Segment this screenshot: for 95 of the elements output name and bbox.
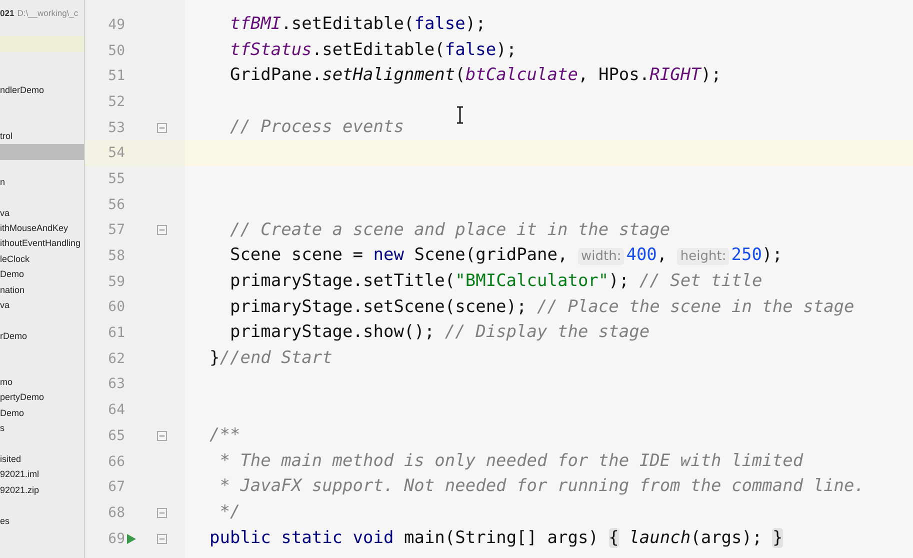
code-comment: // Set title [639,270,762,291]
line-number: 53 [107,120,125,136]
method-name: launch [629,528,691,548]
line-number: 57 [107,222,125,238]
code-text: ); [700,65,722,86]
tree-item[interactable]: ithoutEventHandling [0,236,84,252]
line-number: 63 [107,376,125,392]
folded-brace: } [772,528,783,548]
number-literal: 400 [626,245,657,266]
tree-item[interactable]: trol [0,128,84,144]
keyword: new [373,245,404,266]
fold-icon[interactable] [157,122,167,133]
code-text: .setEditable( [312,40,445,60]
tree-item[interactable]: ithMouseAndKey [0,221,84,236]
code-text: , [656,245,668,266]
tree-item[interactable]: Demo [0,267,84,283]
line-number: 51 [107,68,125,84]
line-number: 54 [107,145,125,162]
code-comment: // Place the scene in the stage [537,296,854,317]
code-text: ( [455,65,466,86]
line-number: 69 [107,530,125,547]
code-text: .setEditable( [281,14,414,34]
tree-item[interactable]: nation [0,282,84,298]
tree-item[interactable]: va [0,206,84,222]
tree-item[interactable]: n [0,174,84,190]
line-number: 58 [107,248,125,264]
text-cursor-icon [455,106,465,124]
tree-item[interactable]: rDemo [0,328,84,344]
folded-brace: { [608,528,619,548]
code-comment: */ [220,502,240,522]
line-number: 61 [107,325,125,342]
line-number: 62 [107,350,125,367]
line-number: 67 [107,479,125,496]
code-text: ); [496,40,517,60]
code-text: main(String[] args) [404,528,600,548]
code-comment: // Process events [230,116,404,137]
field-name: btCalculate [465,65,578,86]
code-text: primaryStage.show(); [230,322,436,342]
tree-item[interactable]: s [0,421,84,437]
code-text: ); [762,245,782,266]
parameter-hint: width: [578,248,624,266]
tree-item[interactable]: ndlerDemo [0,82,84,98]
code-comment: /** [209,425,240,445]
fold-icon[interactable] [157,225,167,236]
number-literal: 250 [731,245,762,266]
line-number: 49 [107,16,125,33]
code-text: primaryStage.setScene(scene); [230,296,528,317]
project-name[interactable]: 021 [0,8,14,18]
code-comment: * JavaFX support. Not needed for running from the command line. [220,476,865,496]
field-name: RIGHT [650,65,701,86]
line-number: 55 [107,170,125,187]
tree-item[interactable]: pertyDemo [0,390,84,406]
tree-item[interactable]: 92021.iml [0,467,84,483]
tree-item[interactable]: va [0,298,84,314]
code-text: (args); [690,528,764,548]
line-number: 60 [107,299,125,316]
tree-item[interactable]: es [0,514,84,529]
keyword: false [414,14,466,34]
fold-icon[interactable] [157,430,167,441]
fold-icon[interactable] [157,534,167,544]
tree-item[interactable]: Demo [0,406,84,422]
line-number: 64 [107,402,125,418]
field-name: tfBMI [230,14,282,34]
string-literal: "BMICalculator" [455,270,609,291]
code-comment: * The main method is only needed for the IDE with limited [220,450,804,471]
tree-item[interactable]: isited [0,452,84,468]
parameter-hint: height: [677,248,730,266]
fold-icon[interactable] [157,508,167,518]
code-text: } [209,348,220,368]
code-comment: // Create a scene and place it in the stage [230,220,670,240]
code-comment: //end Start [220,348,332,368]
tree-item[interactable]: mo [0,374,84,390]
tree-item[interactable]: leClock [0,252,84,268]
line-number: 56 [107,196,125,213]
code-text: GridPane. [230,65,322,86]
code-text: ); [608,270,630,291]
field-name: tfStatus [230,40,312,60]
line-number: 65 [107,428,125,444]
code-text: , HPos. [578,65,650,86]
tree-item[interactable]: 92021.zip [0,482,84,498]
line-number: 52 [107,94,125,110]
code-text: Scene(gridPane, [414,245,569,266]
line-number: 59 [107,274,125,290]
method-name: setHalignment [322,65,456,86]
run-icon[interactable] [125,532,137,545]
line-number: 50 [107,42,125,59]
code-text: primaryStage.setTitle( [230,270,456,291]
line-number: 66 [107,454,125,470]
keyword: false [444,40,496,60]
project-path: D:\__working\_c [17,8,78,18]
code-text: ); [465,14,486,34]
keyword: public static void [209,528,394,548]
code-comment: // Display the stage [444,322,650,342]
line-number: 68 [107,504,125,521]
code-text: Scene scene = [230,245,364,266]
